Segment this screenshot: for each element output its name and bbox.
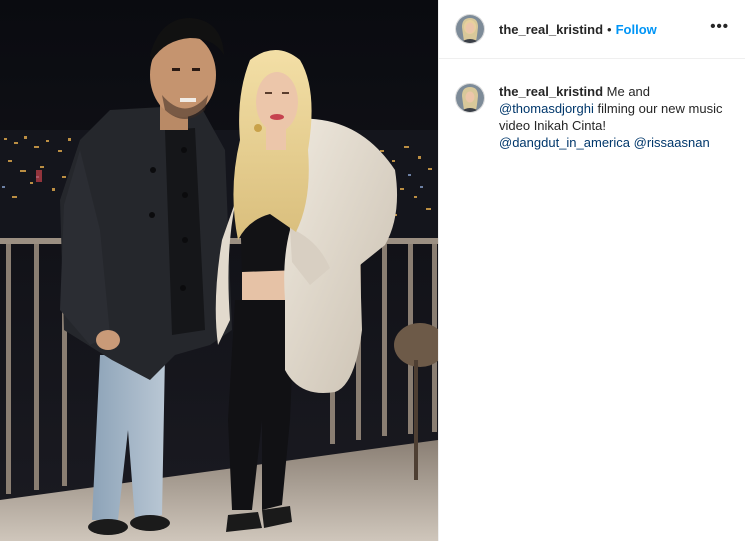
- caption-row: the_real_kristind Me and @thomasdjorghi …: [439, 59, 745, 151]
- header-username[interactable]: the_real_kristind: [499, 22, 603, 37]
- caption-avatar[interactable]: [455, 83, 485, 113]
- post-photo[interactable]: [0, 0, 438, 541]
- mention-link[interactable]: @rissaasnan: [634, 135, 710, 150]
- follow-button[interactable]: Follow: [616, 22, 657, 37]
- avatar-image: [456, 15, 484, 43]
- separator-dot: •: [607, 21, 612, 37]
- mention-link[interactable]: @dangdut_in_america: [499, 135, 630, 150]
- avatar-image: [456, 84, 484, 112]
- photo-image: [0, 0, 438, 541]
- instagram-post: the_real_kristind • Follow ••• the_real_…: [0, 0, 745, 541]
- post-caption: the_real_kristind Me and @thomasdjorghi …: [499, 83, 729, 151]
- profile-avatar[interactable]: [455, 14, 485, 44]
- caption-username[interactable]: the_real_kristind: [499, 84, 603, 99]
- mention-link[interactable]: @thomasdjorghi: [499, 101, 594, 116]
- more-options-icon[interactable]: •••: [710, 18, 729, 41]
- post-header: the_real_kristind • Follow •••: [439, 0, 745, 59]
- post-side-panel: the_real_kristind • Follow ••• the_real_…: [438, 0, 745, 541]
- caption-text: Me and: [603, 84, 651, 99]
